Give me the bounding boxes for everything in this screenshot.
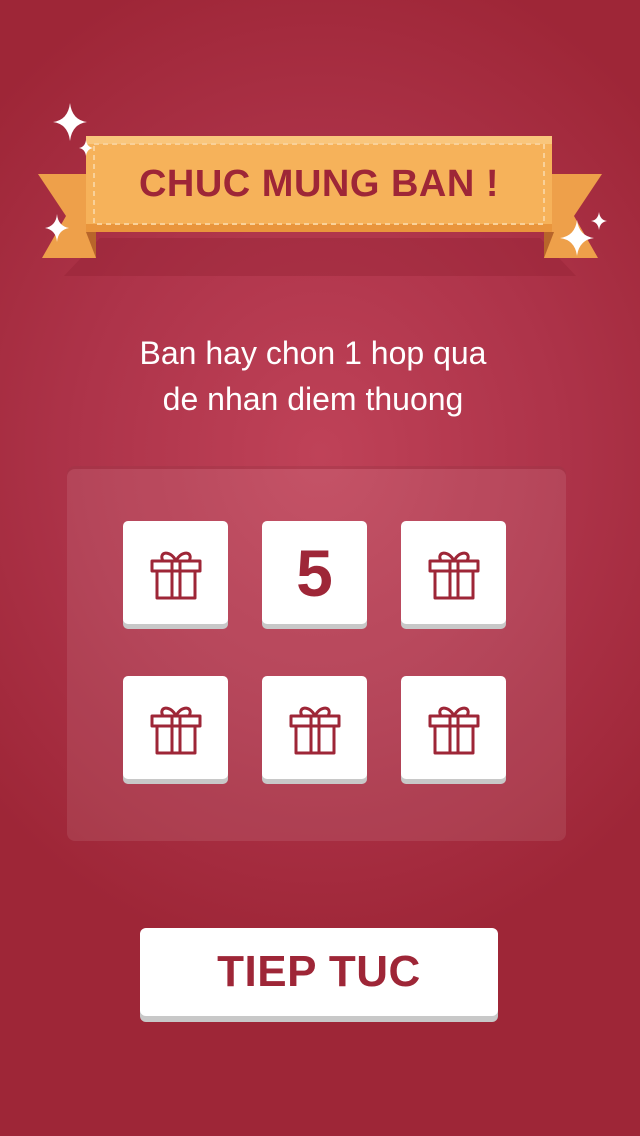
congratulations-banner: CHUC MUNG BAN ! <box>0 0 640 300</box>
gift-icon <box>428 551 479 599</box>
banner-title: CHUC MUNG BAN ! <box>138 162 500 205</box>
instruction-line-1: Ban hay chon 1 hop qua <box>139 335 487 371</box>
gift-icon <box>150 551 201 599</box>
gift-box-panel: 5 <box>67 466 566 841</box>
instruction-text: Ban hay chon 1 hop qua de nhan diem thuo… <box>0 330 626 422</box>
gift-box-3[interactable] <box>401 521 506 624</box>
gift-box-5[interactable] <box>262 676 367 779</box>
gift-icon <box>150 706 201 754</box>
gift-icon <box>428 706 479 754</box>
continue-button[interactable]: TIEP TUC <box>140 928 498 1016</box>
gift-box-6[interactable] <box>401 676 506 779</box>
gift-box-2-revealed[interactable]: 5 <box>262 521 367 624</box>
gift-box-4[interactable] <box>123 676 228 779</box>
instruction-line-2: de nhan diem thuong <box>162 381 464 417</box>
revealed-points-value: 5 <box>296 535 333 610</box>
gift-icon <box>289 706 340 754</box>
gift-box-1[interactable] <box>123 521 228 624</box>
